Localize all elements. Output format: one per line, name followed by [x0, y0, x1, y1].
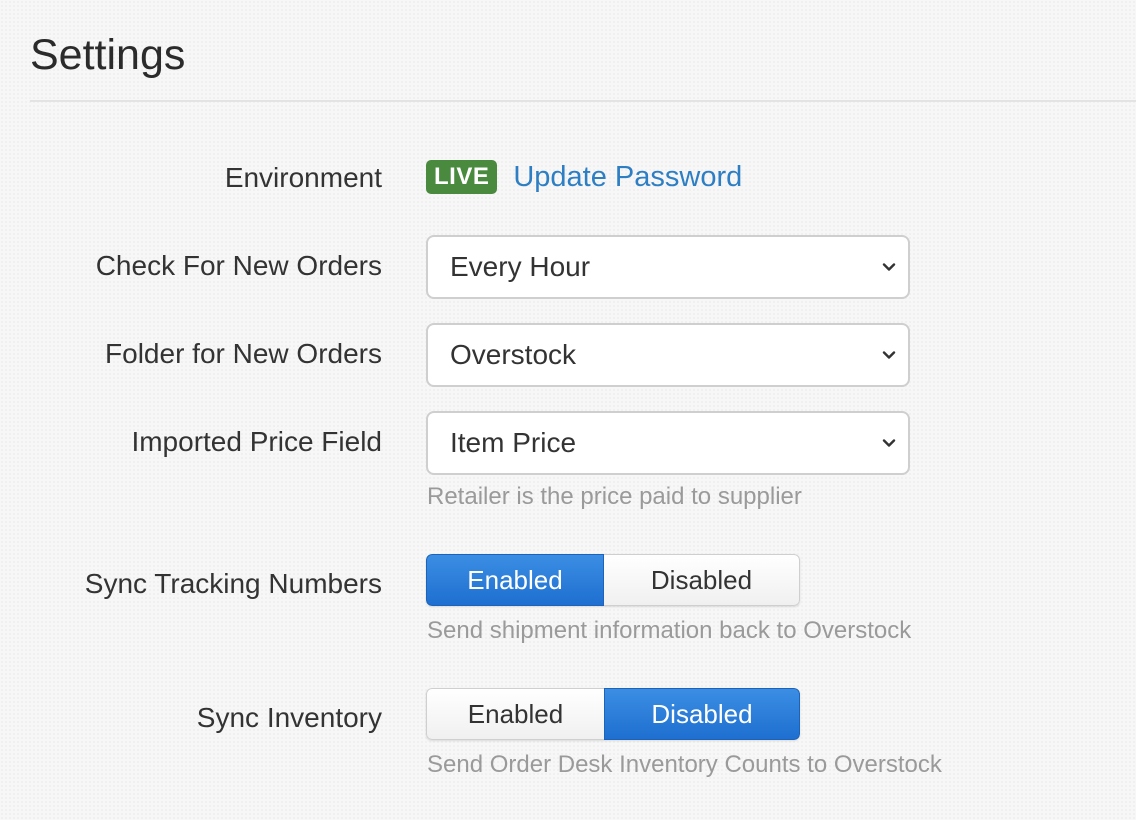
check-orders-select[interactable]: Every Hour — [426, 235, 910, 299]
sync-inventory-enabled-button[interactable]: Enabled — [426, 688, 604, 740]
sync-tracking-disabled-button[interactable]: Disabled — [604, 554, 800, 606]
chevron-down-icon — [882, 351, 896, 359]
title-divider — [30, 100, 1136, 102]
folder-orders-value: Overstock — [450, 339, 577, 370]
live-badge: LIVE — [426, 160, 498, 194]
sync-inventory-help: Send Order Desk Inventory Counts to Over… — [427, 751, 942, 778]
check-orders-label: Check For New Orders — [95, 250, 382, 281]
chevron-down-icon — [882, 263, 896, 271]
price-field-value: Item Price — [450, 427, 577, 458]
folder-orders-select[interactable]: Overstock — [426, 323, 910, 387]
check-orders-value: Every Hour — [450, 251, 591, 282]
price-field-help: Retailer is the price paid to supplier — [427, 483, 802, 510]
sync-tracking-enabled-button[interactable]: Enabled — [426, 554, 604, 606]
sync-inventory-disabled-button[interactable]: Disabled — [604, 688, 800, 740]
price-field-select[interactable]: Item Price — [426, 411, 910, 475]
sync-tracking-toggle: Enabled Disabled — [426, 554, 800, 606]
environment-label: Environment — [224, 162, 382, 193]
chevron-down-icon — [882, 439, 896, 447]
update-password-link[interactable]: Update Password — [513, 161, 742, 194]
sync-inventory-toggle: Enabled Disabled — [426, 688, 800, 740]
sync-tracking-help: Send shipment information back to Overst… — [427, 617, 912, 644]
price-field-label: Imported Price Field — [131, 426, 382, 457]
folder-orders-label: Folder for New Orders — [105, 338, 382, 369]
environment-row: LIVE Update Password — [426, 160, 742, 194]
sync-inventory-label: Sync Inventory — [196, 702, 382, 733]
page-title: Settings — [30, 31, 186, 79]
sync-tracking-label: Sync Tracking Numbers — [84, 568, 382, 599]
